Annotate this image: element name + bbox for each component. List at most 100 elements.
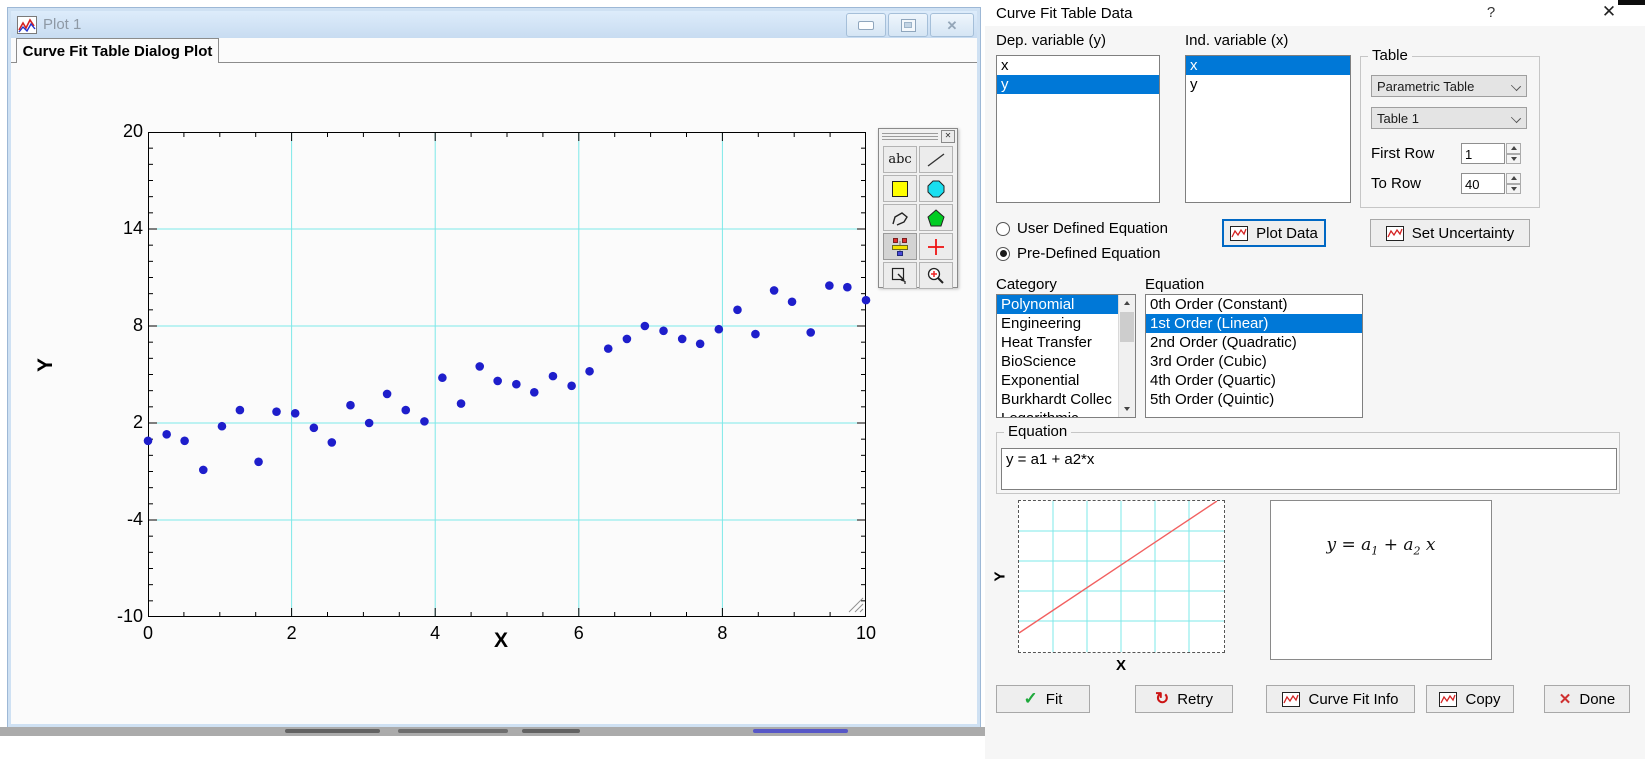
table-name-value: Table 1 [1377, 111, 1419, 126]
list-item[interactable]: y [1186, 75, 1350, 94]
set-uncertainty-label: Set Uncertainty [1412, 225, 1515, 242]
y-tick-label: -4 [93, 509, 143, 530]
scroll-up-button[interactable] [1119, 295, 1135, 311]
list-item[interactable]: Logarithmic [997, 409, 1119, 418]
to-row-up-button[interactable] [1506, 173, 1521, 184]
copy-button[interactable]: Copy [1426, 685, 1514, 713]
curve-fit-dialog: Curve Fit Table Data ? ✕ Dep. variable (… [985, 0, 1645, 759]
x-tick-label: 0 [124, 623, 172, 644]
table-group-legend: Table [1368, 47, 1412, 64]
move-plot-tool-button[interactable] [883, 262, 917, 289]
table-name-dropdown[interactable]: Table 1 [1371, 107, 1527, 129]
set-uncertainty-button[interactable]: Set Uncertainty [1370, 219, 1530, 247]
user-defined-equation-radio[interactable]: User Defined Equation [996, 220, 1168, 237]
check-icon: ✓ [1024, 689, 1038, 709]
background-text-smudge [285, 729, 380, 733]
rectangle-tool-button[interactable] [883, 175, 917, 202]
tab-curve-fit-table-dialog-plot[interactable]: Curve Fit Table Dialog Plot [16, 38, 219, 63]
polyline-icon [889, 208, 911, 228]
list-item[interactable]: 1st Order (Linear) [1146, 314, 1362, 333]
palette-grip[interactable] [882, 133, 938, 141]
first-row-spinner [1461, 143, 1521, 164]
polygon-tool-button[interactable] [919, 204, 953, 231]
x-tick-label: 2 [268, 623, 316, 644]
table-type-dropdown[interactable]: Parametric Table [1371, 75, 1527, 97]
background-window-corner [1618, 0, 1645, 5]
ind-variable-label: Ind. variable (x) [1185, 32, 1288, 49]
scrollbar-thumb[interactable] [1120, 312, 1134, 342]
list-item[interactable]: 3rd Order (Cubic) [1146, 352, 1362, 371]
equation-list-label: Equation [1145, 276, 1204, 293]
curve-fit-info-label: Curve Fit Info [1308, 691, 1398, 708]
table-type-value: Parametric Table [1377, 79, 1474, 94]
dep-variable-list: x y [996, 55, 1160, 203]
ellipse-tool-button[interactable] [919, 175, 953, 202]
dialog-close-button[interactable]: ✕ [1597, 2, 1621, 22]
zoom-tool-button[interactable] [919, 262, 953, 289]
maximize-icon [901, 19, 916, 32]
minimize-button[interactable] [846, 13, 886, 37]
list-item[interactable]: 0th Order (Constant) [1146, 295, 1362, 314]
plot-icon [1282, 692, 1300, 707]
retry-label: Retry [1177, 691, 1213, 708]
list-item[interactable]: BioScience [997, 352, 1119, 371]
plot-data-button[interactable]: Plot Data [1222, 219, 1326, 247]
pentagon-icon [925, 208, 947, 228]
list-item[interactable]: x [1186, 56, 1350, 75]
help-button[interactable]: ? [1481, 4, 1501, 21]
y-tick-label: 14 [93, 218, 143, 239]
chevron-down-icon [1511, 113, 1521, 123]
line-tool-button[interactable] [919, 146, 953, 173]
polyline-tool-button[interactable] [883, 204, 917, 231]
text-tool-button[interactable]: abc [883, 146, 917, 173]
list-item[interactable]: 4th Order (Quartic) [1146, 371, 1362, 390]
fit-button[interactable]: ✓ Fit [996, 685, 1090, 713]
radio-icon [996, 247, 1010, 261]
first-row-up-button[interactable] [1506, 143, 1521, 154]
list-item[interactable]: 5th Order (Quintic) [1146, 390, 1362, 409]
list-item[interactable]: x [997, 56, 1159, 75]
fit-preview-plot [1018, 500, 1225, 653]
crosshair-tool-button[interactable] [919, 233, 953, 260]
background-text-smudge [398, 729, 508, 733]
list-item[interactable]: Burkhardt Collec [997, 390, 1119, 409]
y-tick-label: 2 [93, 412, 143, 433]
to-row-down-button[interactable] [1506, 184, 1521, 195]
first-row-input[interactable] [1461, 143, 1505, 164]
category-scrollbar[interactable] [1118, 295, 1135, 417]
to-row-input[interactable] [1461, 173, 1505, 194]
plot-window-titlebar[interactable]: Plot 1 [11, 11, 977, 38]
radio-label: Pre-Defined Equation [1017, 245, 1160, 262]
palette-titlebar[interactable]: ✕ [879, 129, 957, 143]
list-item[interactable]: Polynomial [997, 295, 1119, 314]
list-item[interactable]: 2nd Order (Quadratic) [1146, 333, 1362, 352]
octagon-icon [925, 179, 947, 199]
close-button[interactable]: ✕ [930, 13, 974, 37]
plot-window: Plot 1 ✕ Curve Fit Table Dialog Plot -10… [8, 8, 980, 727]
equation-list: 0th Order (Constant) 1st Order (Linear) … [1145, 294, 1363, 418]
equation-preview-box: y = a1 + a2 x [1270, 500, 1492, 660]
align-tool-button[interactable] [883, 233, 917, 260]
y-tick-label: 20 [93, 121, 143, 142]
minimize-icon [858, 21, 874, 30]
pre-defined-equation-radio[interactable]: Pre-Defined Equation [996, 245, 1160, 262]
first-row-down-button[interactable] [1506, 154, 1521, 165]
plot-data-label: Plot Data [1256, 225, 1318, 242]
list-item[interactable]: Exponential [997, 371, 1119, 390]
done-button[interactable]: ✕ Done [1544, 685, 1630, 713]
done-label: Done [1579, 691, 1615, 708]
equation-input[interactable]: y = a1 + a2*x [1001, 448, 1617, 490]
red-x-icon: ✕ [1559, 690, 1572, 708]
list-item[interactable]: y [997, 75, 1159, 94]
maximize-button[interactable] [888, 13, 928, 37]
table-groupbox: Table Parametric Table Table 1 First Row… [1360, 56, 1540, 208]
preview-y-label: Y [992, 571, 1009, 581]
curve-fit-info-button[interactable]: Curve Fit Info [1266, 685, 1415, 713]
palette-close-button[interactable]: ✕ [941, 130, 955, 143]
list-item[interactable]: Heat Transfer [997, 333, 1119, 352]
retry-button[interactable]: ↻ Retry [1135, 685, 1233, 713]
preview-x-label: X [1101, 657, 1141, 674]
list-item[interactable]: Engineering [997, 314, 1119, 333]
plot-icon [1230, 226, 1248, 241]
scroll-down-button[interactable] [1119, 401, 1135, 417]
